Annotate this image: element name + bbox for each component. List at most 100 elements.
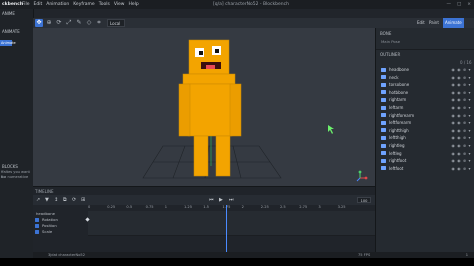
outliner-item[interactable]: headbone ◉ ◉ ⊕ ▾ <box>381 66 471 73</box>
visibility-lock-icons[interactable]: ◉ ◉ ⊕ ▾ <box>451 150 471 157</box>
folder-icon <box>381 128 386 133</box>
ruler-tick-label: 2.5 <box>280 205 286 209</box>
outliner-item[interactable]: leftarm ◉ ◉ ⊕ ▾ <box>381 104 471 111</box>
mode-animate[interactable]: Animate <box>443 18 464 28</box>
outliner-item[interactable]: leftfoot ◉ ◉ ⊕ ▾ <box>381 165 471 172</box>
outliner-item-name: rightfoot <box>389 158 407 164</box>
ruler-tick-label: 1.25 <box>184 205 193 209</box>
outliner-item[interactable]: rightarm ◉ ◉ ⊕ ▾ <box>381 96 471 103</box>
ruler-tick-label: 1 <box>164 205 168 209</box>
outliner-item[interactable]: hotbbone ◉ ◉ ⊕ ▾ <box>381 89 471 96</box>
visibility-lock-icons[interactable]: ◉ ◉ ⊕ ▾ <box>451 104 471 111</box>
timeline-ctl-3-icon[interactable]: ↕ <box>54 196 58 204</box>
window-controls: — □ × <box>446 0 471 9</box>
scale-tool-icon[interactable]: ⤢ <box>65 19 73 27</box>
folder-icon <box>381 120 386 125</box>
outliner-item-name: headbone <box>389 67 409 72</box>
skip-back-icon[interactable]: ⏮ <box>209 196 214 204</box>
folder-icon <box>381 151 386 156</box>
visibility-lock-icons[interactable]: ◉ ◉ ⊕ ▾ <box>451 157 471 164</box>
move-tool-icon[interactable]: ✥ <box>35 19 43 27</box>
letterbox-bottom <box>0 258 474 266</box>
left-panel: ANIME ANIMATE Animate BLOCKS ffaltes you… <box>0 9 34 258</box>
timeline-controls: ↗ ▼ ↕ ⧉ ⟳ ⊞ ⏮ ▶ ⏭ 100 <box>33 195 375 205</box>
outliner-item[interactable]: rightleg ◉ ◉ ⊕ ▾ <box>381 142 471 149</box>
menu-file[interactable]: File <box>22 0 30 9</box>
main-pose-label[interactable]: Main Pose <box>381 39 400 44</box>
timeline-ctl-2-icon[interactable]: ▼ <box>45 196 49 204</box>
timeline-ctl-5-icon[interactable]: ⟳ <box>72 196 76 204</box>
scale-track[interactable] <box>88 229 375 236</box>
timeline-ctl-4-icon[interactable]: ⧉ <box>63 196 67 204</box>
visibility-lock-icons[interactable]: ◉ ◉ ⊕ ▾ <box>451 142 471 149</box>
snap-tool-icon[interactable]: ⌗ <box>95 19 103 27</box>
position-channel-checkbox[interactable] <box>35 224 39 228</box>
animate-chip[interactable]: Animate <box>0 40 16 46</box>
folder-icon <box>381 67 386 72</box>
folder-icon <box>381 113 386 118</box>
outliner-label: OUTLINER <box>380 52 401 57</box>
outliner-item[interactable]: leftleg ◉ ◉ ⊕ ▾ <box>381 150 471 157</box>
ruler-tick-label: 0 <box>88 205 91 209</box>
visibility-lock-icons[interactable]: ◉ ◉ ⊕ ▾ <box>451 89 471 96</box>
timeline-ctl-6-icon[interactable]: ⊞ <box>81 196 85 204</box>
visibility-lock-icons[interactable]: ◉ ◉ ⊕ ▾ <box>451 81 471 88</box>
close-icon[interactable]: × <box>467 0 471 9</box>
app-name: ckbench <box>2 2 24 7</box>
ruler-tick-label: 0.75 <box>145 205 154 209</box>
transform-space-select[interactable]: Local <box>107 19 125 27</box>
outliner-item[interactable]: leftthigh ◉ ◉ ⊕ ▾ <box>381 134 471 141</box>
outliner-item[interactable]: rightfoot ◉ ◉ ⊕ ▾ <box>381 157 471 164</box>
mode-edit[interactable]: Edit <box>417 18 425 28</box>
scale-channel-checkbox[interactable] <box>35 230 39 234</box>
outliner-item[interactable]: torsobone ◉ ◉ ⊕ ▾ <box>381 81 471 88</box>
rotate-tool-icon[interactable]: ⟳ <box>55 19 63 27</box>
folder-icon <box>381 82 386 87</box>
speed-input[interactable]: 100 <box>357 197 371 203</box>
outliner-item-name: leftfoot <box>389 165 404 171</box>
outliner-item[interactable]: rightthigh ◉ ◉ ⊕ ▾ <box>381 127 471 134</box>
panel-divider <box>376 49 474 50</box>
menu-animation[interactable]: Animation <box>46 0 69 9</box>
menu-edit[interactable]: Edit <box>34 0 43 9</box>
outliner-item[interactable]: neck ◉ ◉ ⊕ ▾ <box>381 74 471 81</box>
visibility-lock-icons[interactable]: ◉ ◉ ⊕ ▾ <box>451 119 471 126</box>
left-panel-header: ANIME <box>2 11 15 16</box>
play-icon[interactable]: ▶ <box>219 196 223 204</box>
channel-row-scale[interactable]: Scale <box>33 229 375 236</box>
visibility-lock-icons[interactable]: ◉ ◉ ⊕ ▾ <box>451 96 471 103</box>
skip-forward-icon[interactable]: ⏭ <box>229 196 234 204</box>
3d-viewport[interactable] <box>33 28 375 186</box>
menu-keyframe[interactable]: Keyframe <box>73 0 95 9</box>
menu-help[interactable]: Help <box>129 0 139 9</box>
visibility-lock-icons[interactable]: ◉ ◉ ⊕ ▾ <box>451 112 471 119</box>
mouse-cursor <box>328 125 334 134</box>
outliner-count: 0 / 16 <box>460 60 472 65</box>
right-panel: BONE Main Pose OUTLINER 0 / 16 headbone ◉… <box>375 28 474 258</box>
outliner-item-name: leftarm <box>389 105 404 110</box>
visibility-lock-icons[interactable]: ◉ ◉ ⊕ ▾ <box>451 66 471 73</box>
character-model <box>178 39 242 177</box>
minimize-icon[interactable]: — <box>446 0 451 9</box>
timeline-ctl-1-icon[interactable]: ↗ <box>36 196 40 204</box>
rotation-channel-checkbox[interactable] <box>35 218 39 222</box>
menu-view[interactable]: View <box>114 0 125 9</box>
outliner-item[interactable]: leftforearm ◉ ◉ ⊕ ▾ <box>381 119 471 126</box>
mode-paint[interactable]: Paint <box>429 18 439 28</box>
ruler-tick-label: 0.5 <box>126 205 133 209</box>
playhead[interactable] <box>226 205 227 253</box>
visibility-lock-icons[interactable]: ◉ ◉ ⊕ ▾ <box>451 127 471 134</box>
maximize-icon[interactable]: □ <box>457 0 461 9</box>
visibility-lock-icons[interactable]: ◉ ◉ ⊕ ▾ <box>451 74 471 81</box>
paint-tool-icon[interactable]: ✎ <box>75 19 83 27</box>
right-pupil <box>215 49 219 53</box>
menu-tools[interactable]: Tools <box>99 0 110 9</box>
outliner-item-name: leftforearm <box>389 120 412 126</box>
vertex-tool-icon[interactable]: ◇ <box>85 19 93 27</box>
outliner-item[interactable]: rightforearm ◉ ◉ ⊕ ▾ <box>381 112 471 119</box>
visibility-lock-icons[interactable]: ◉ ◉ ⊕ ▾ <box>451 134 471 141</box>
pivot-tool-icon[interactable]: ⊕ <box>45 19 53 27</box>
visibility-lock-icons[interactable]: ◉ ◉ ⊕ ▾ <box>451 165 471 172</box>
window-title: [q/a] characterNo52 - Blockbench <box>213 2 289 7</box>
mode-selector: Edit Paint Animate <box>411 18 474 28</box>
